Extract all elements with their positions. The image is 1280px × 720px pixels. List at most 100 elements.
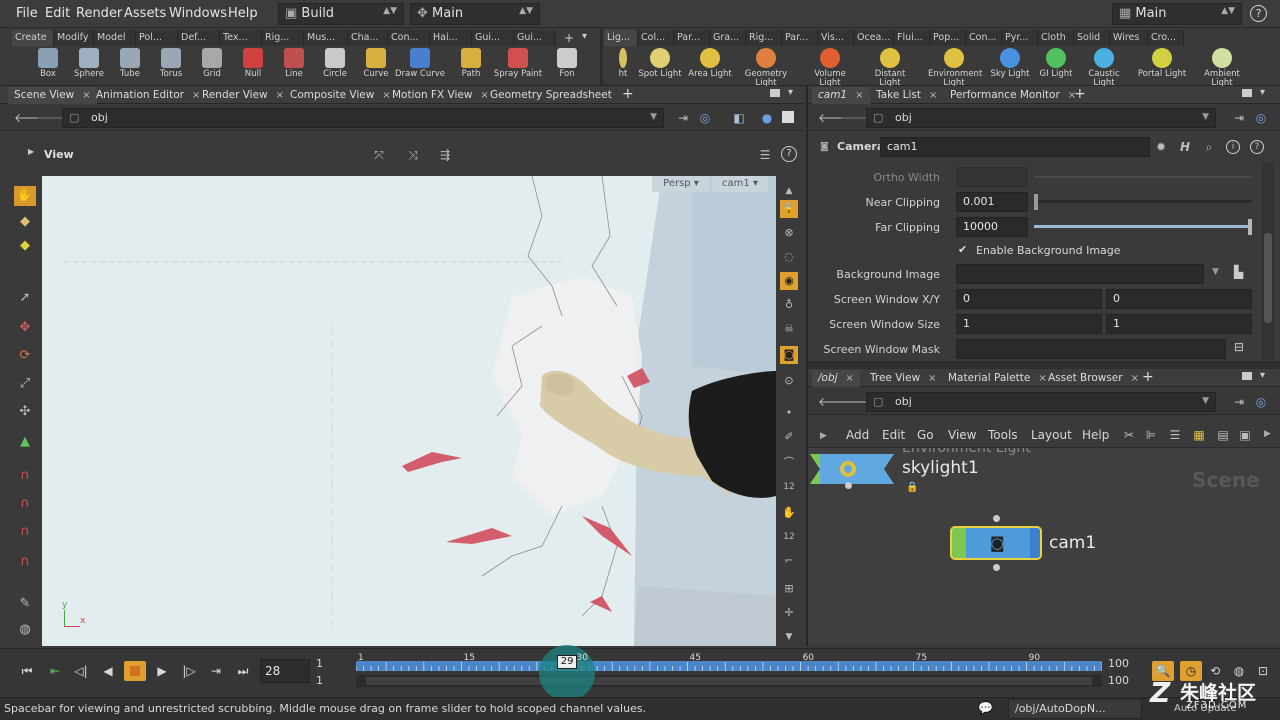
align-icon[interactable]: ⇶ bbox=[438, 148, 452, 162]
shelf-tab-right-15[interactable]: Cro... bbox=[1148, 30, 1184, 46]
screen-window-h-field[interactable]: 1 bbox=[1106, 314, 1252, 334]
output-connector[interactable] bbox=[993, 564, 1000, 571]
close-icon[interactable]: × bbox=[276, 90, 284, 101]
pin-icon[interactable]: ⇥ bbox=[1232, 111, 1246, 125]
tool-tube[interactable]: Tube bbox=[108, 47, 152, 85]
maximize-icon[interactable] bbox=[1242, 372, 1252, 380]
forward-arrow-icon[interactable]: 🡒 bbox=[840, 111, 872, 125]
add-shelf-icon[interactable]: + bbox=[564, 31, 574, 45]
tool-box[interactable]: Box bbox=[26, 47, 70, 85]
display-icon[interactable] bbox=[782, 111, 794, 123]
list-icon[interactable]: ☰ bbox=[1168, 428, 1182, 442]
dot-icon[interactable]: • bbox=[780, 404, 798, 422]
pose-icon[interactable]: ✣ bbox=[14, 402, 36, 422]
persp-menu[interactable]: Persp ▾ bbox=[652, 176, 710, 192]
tool-draw-curve[interactable]: Draw Curve bbox=[392, 47, 448, 85]
shelf-tab-right-14[interactable]: Wires bbox=[1110, 30, 1148, 46]
tool-sky-light[interactable]: Sky Light bbox=[984, 47, 1036, 85]
dropdown-icon[interactable]: ▼ bbox=[1202, 396, 1209, 406]
scale-icon[interactable]: ⤢ bbox=[14, 374, 36, 394]
context-selector[interactable]: ✥ Main ▲▼ bbox=[410, 3, 540, 25]
realtime-icon[interactable]: ◷ bbox=[1180, 661, 1202, 681]
shelf-tab-right-11[interactable]: Pyr... bbox=[1002, 30, 1038, 46]
desktop-selector[interactable]: ▣ Build ▲▼ bbox=[278, 3, 404, 25]
back-arrow-icon[interactable]: 🡐 bbox=[818, 111, 850, 125]
tool-gi-light[interactable]: GI Light bbox=[1030, 47, 1082, 85]
add-tab-icon[interactable]: + bbox=[1142, 369, 1154, 385]
node-name-field[interactable]: cam1 bbox=[880, 137, 1150, 157]
tool-grid[interactable]: Grid bbox=[190, 47, 234, 85]
screen-window-w-field[interactable]: 1 bbox=[956, 314, 1102, 334]
tab-composite-view[interactable]: Composite View × bbox=[284, 87, 397, 104]
search-icon[interactable]: ⌕ bbox=[1202, 140, 1216, 154]
shelf-tab-2[interactable]: Model bbox=[94, 30, 136, 46]
view-label[interactable]: View bbox=[44, 148, 74, 161]
tool-circle[interactable]: Circle bbox=[313, 47, 357, 85]
transform-handle-icon[interactable]: ⤧ bbox=[372, 148, 386, 162]
view-menu-icon[interactable]: ▶ bbox=[28, 147, 34, 156]
arrow-icon[interactable]: ➚ bbox=[14, 288, 36, 308]
shelf-tab-3[interactable]: Pol... bbox=[136, 30, 178, 46]
tab-material-palette[interactable]: Material Palette × bbox=[942, 370, 1053, 387]
magnet-icon[interactable]: ∩ bbox=[14, 552, 36, 572]
pin-icon[interactable]: ⇥ bbox=[1232, 395, 1246, 409]
ortho-width-field[interactable] bbox=[956, 167, 1028, 187]
prev-key-icon[interactable]: ◁| bbox=[70, 661, 92, 681]
tool-light[interactable]: ht bbox=[612, 47, 634, 85]
range-start[interactable]: 1 bbox=[316, 657, 323, 670]
shelf-tab-6[interactable]: Rig... bbox=[262, 30, 304, 46]
link-icon[interactable]: ◎ bbox=[1254, 111, 1268, 125]
screen-window-mask-field[interactable] bbox=[956, 339, 1226, 359]
tab-tree-view[interactable]: Tree View × bbox=[864, 370, 943, 387]
frame-12-icon[interactable]: 12 bbox=[780, 478, 798, 496]
pane-menu-icon[interactable]: ▾ bbox=[1260, 370, 1265, 381]
link-icon[interactable]: ⊗ bbox=[780, 224, 798, 242]
shelf-tab-10[interactable]: Hai... bbox=[430, 30, 472, 46]
menu-edit[interactable]: Edit bbox=[882, 428, 905, 442]
pick-icon[interactable]: ✛ bbox=[780, 604, 798, 622]
update-mode[interactable]: Auto Update bbox=[1174, 703, 1237, 714]
range-slider[interactable] bbox=[356, 675, 1102, 687]
tool-font[interactable]: Fon bbox=[545, 47, 589, 85]
menu-edit[interactable]: Edit bbox=[45, 6, 70, 21]
pen-icon[interactable]: ✐ bbox=[780, 428, 798, 446]
select-points-icon[interactable]: ◆ bbox=[14, 212, 36, 232]
shading-icon[interactable]: ● bbox=[760, 111, 774, 125]
snap-icon[interactable]: ⊞ bbox=[780, 580, 798, 598]
move-icon[interactable]: ✥ bbox=[14, 318, 36, 338]
range-end-2[interactable]: 100 bbox=[1108, 674, 1129, 687]
tab-animation-editor[interactable]: Animation Editor × bbox=[90, 87, 206, 104]
cam1-name[interactable]: cam1 bbox=[1049, 533, 1096, 553]
shelf-tab-right-8[interactable]: Flui... bbox=[894, 30, 930, 46]
shelf-tab-4[interactable]: Def... bbox=[178, 30, 220, 46]
step-start-icon[interactable]: ⇤ bbox=[44, 661, 66, 681]
path-field[interactable]: ▢ obj ▼ bbox=[62, 108, 664, 128]
screen-window-y-field[interactable]: 0 bbox=[1106, 289, 1252, 309]
expand-icon[interactable]: ▼ bbox=[780, 628, 798, 646]
path-field[interactable]: ▢ obj ▼ bbox=[866, 392, 1216, 412]
dropdown-icon[interactable]: ▼ bbox=[1212, 267, 1219, 277]
help-icon[interactable]: ? bbox=[1250, 5, 1267, 22]
tab-render-view[interactable]: Render View × bbox=[196, 87, 290, 104]
shelf-tab-right-6[interactable]: Vis... bbox=[818, 30, 854, 46]
menu-help[interactable]: Help bbox=[1082, 428, 1109, 442]
info-icon[interactable]: i bbox=[1226, 140, 1240, 154]
shelf-menu-icon[interactable]: ▾ bbox=[582, 31, 587, 42]
range-start-2[interactable]: 1 bbox=[316, 674, 323, 687]
menu-tools[interactable]: Tools bbox=[988, 428, 1018, 442]
shelf-tab-right-7[interactable]: Ocea... bbox=[854, 30, 894, 46]
play-icon[interactable]: ▶ bbox=[151, 661, 173, 681]
magnet-icon[interactable]: ∩ bbox=[14, 522, 36, 542]
display-options-icon[interactable]: ☰ bbox=[758, 148, 772, 162]
select-prims-icon[interactable]: ◆ bbox=[14, 236, 36, 256]
shelf-tab-11[interactable]: Gui... bbox=[472, 30, 514, 46]
tab-performance-monitor[interactable]: Performance Monitor × bbox=[944, 87, 1082, 104]
geometry-icon[interactable]: ◧ bbox=[732, 111, 746, 125]
bg-image-field[interactable] bbox=[956, 264, 1204, 284]
shelf-tab-right-12[interactable]: Cloth bbox=[1038, 30, 1074, 46]
tab-cam1[interactable]: cam1 × bbox=[812, 87, 870, 104]
shelf-tab-12[interactable]: Gui... bbox=[514, 30, 556, 46]
close-icon[interactable]: × bbox=[855, 90, 863, 101]
shelf-tab-1[interactable]: Modify bbox=[54, 30, 94, 46]
gear-icon[interactable]: ✹ bbox=[1154, 140, 1168, 154]
